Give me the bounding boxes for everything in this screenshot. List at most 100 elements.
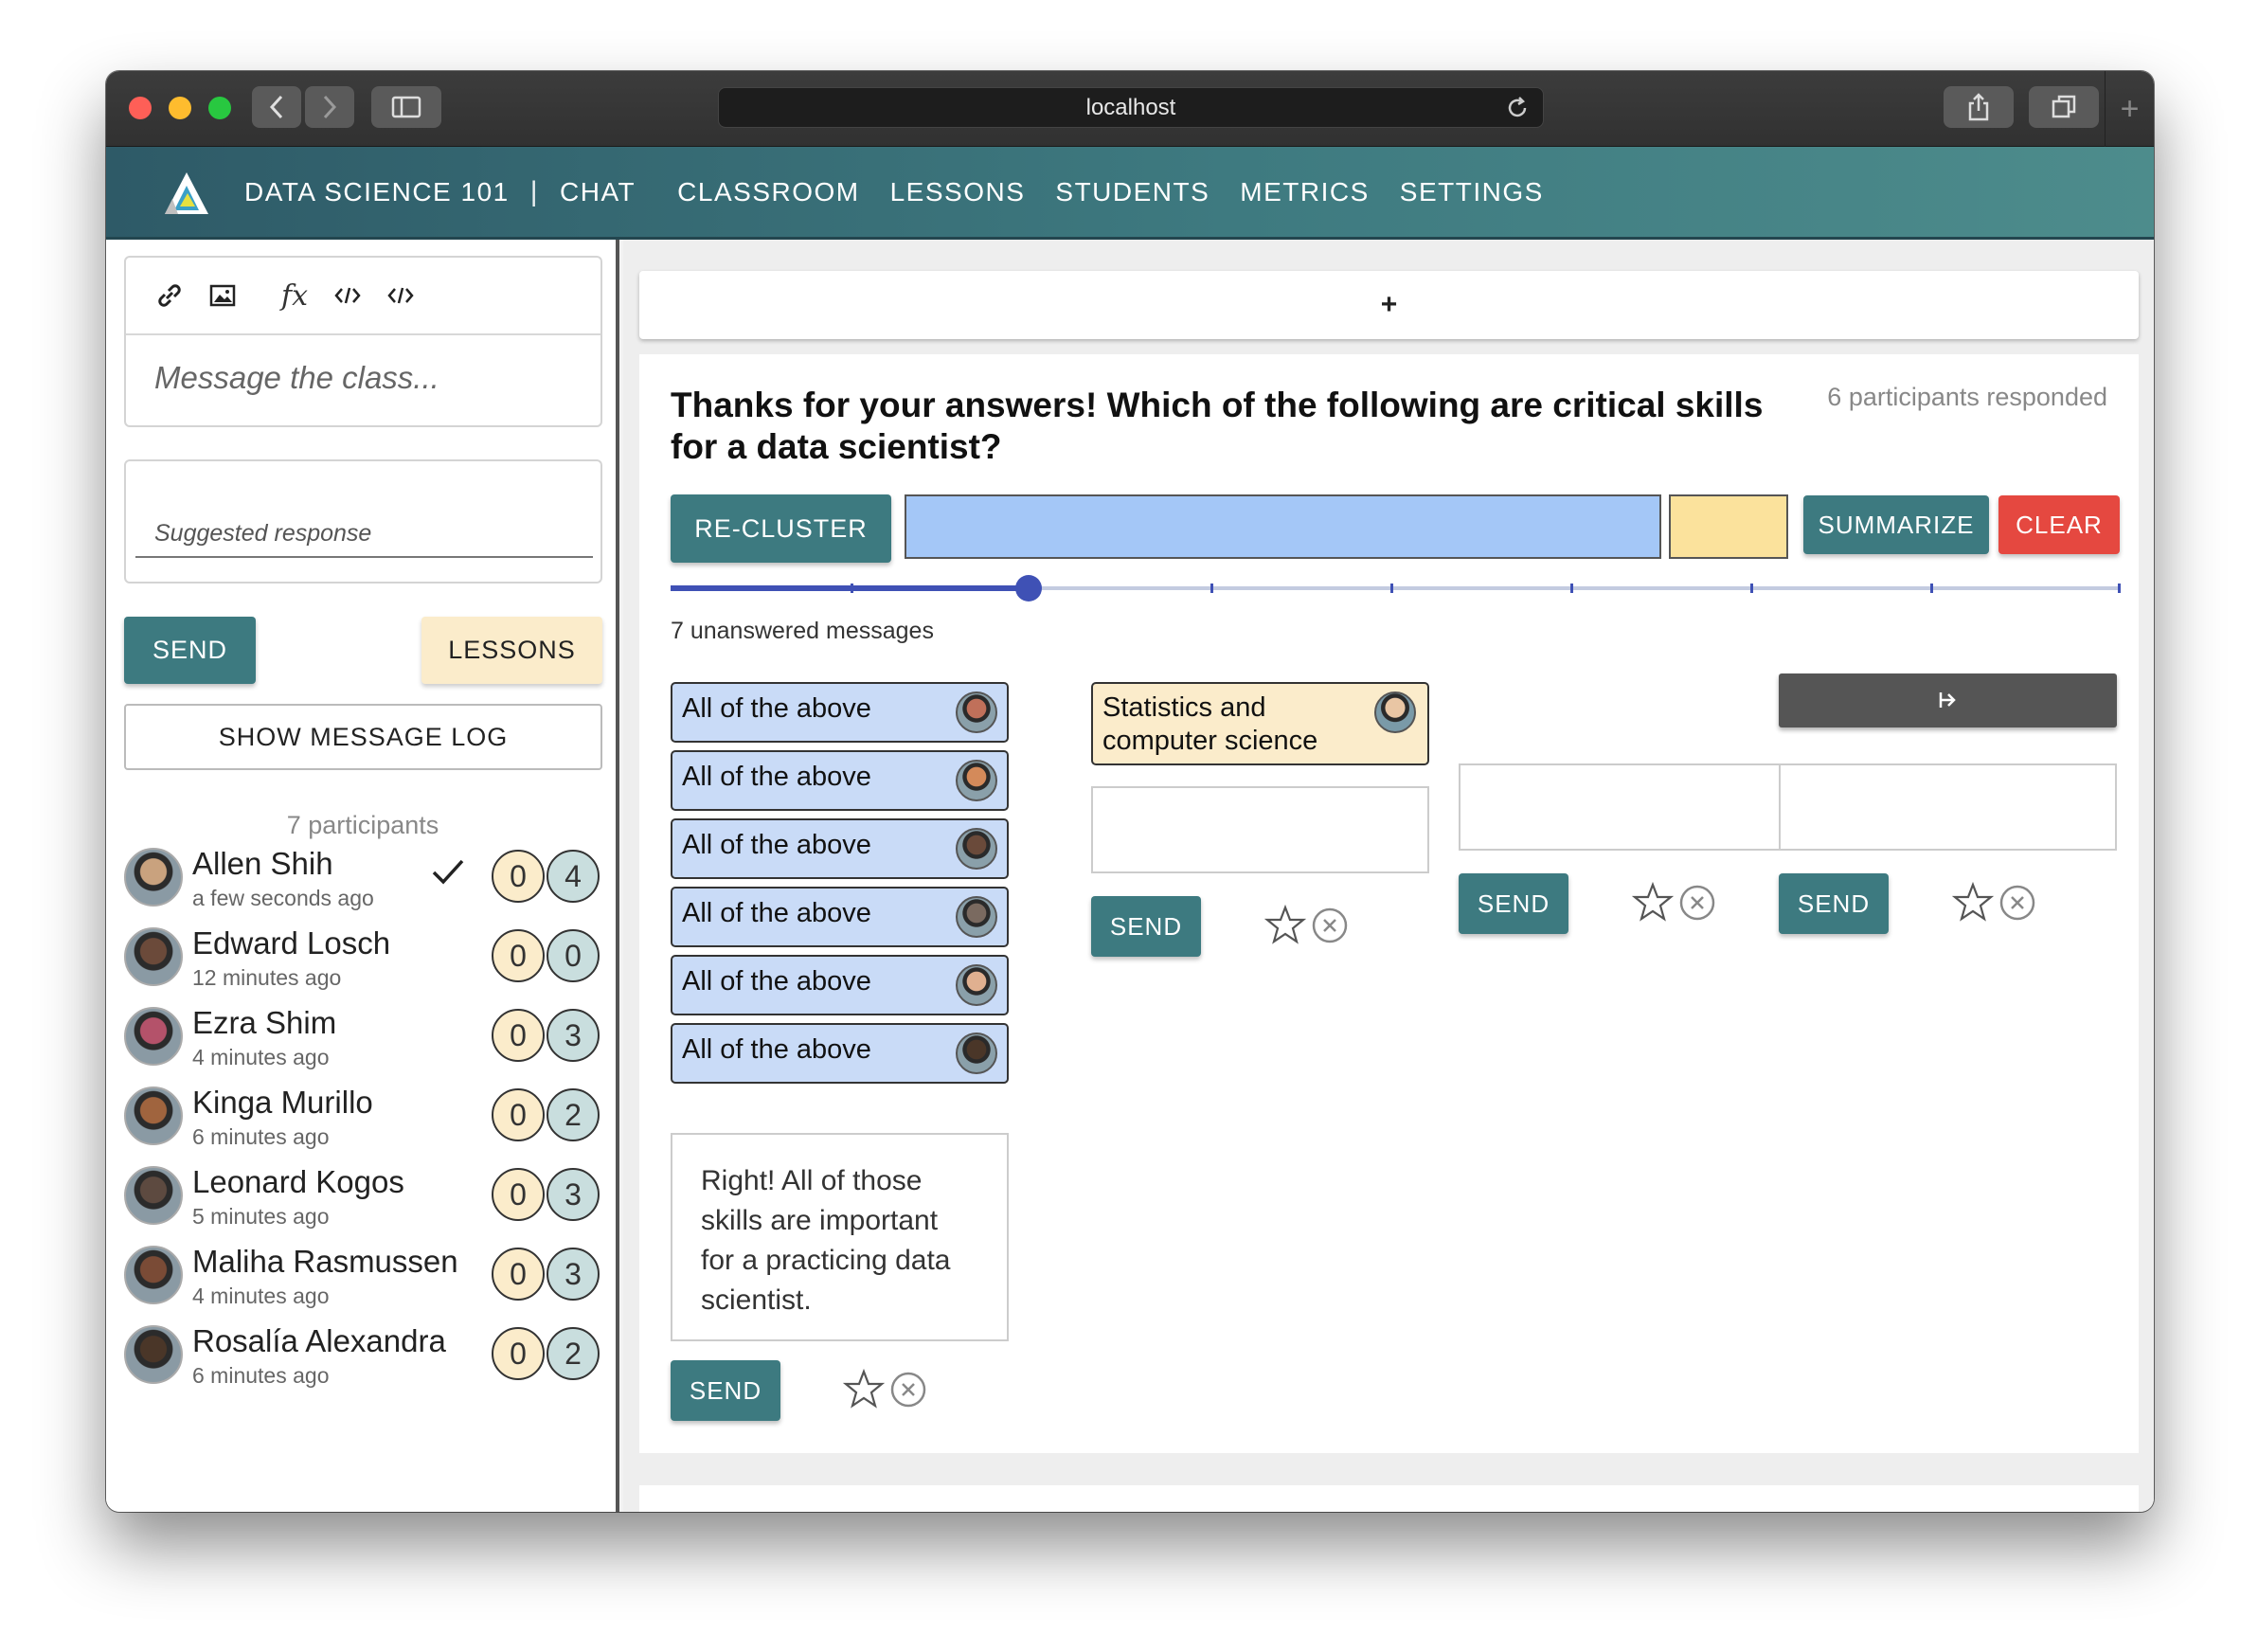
response-text: All of the above — [682, 762, 871, 792]
minimize-window-button[interactable] — [169, 97, 191, 119]
answered-badge: 0 — [492, 850, 545, 903]
summarize-button[interactable]: SUMMARIZE — [1803, 495, 1989, 554]
participant-last-seen: 4 minutes ago — [192, 1284, 330, 1308]
cluster-1-response[interactable]: All of the above — [671, 955, 1009, 1015]
code-icon[interactable] — [329, 277, 367, 314]
tabs-icon — [2052, 95, 2076, 118]
nav-item-settings[interactable]: SETTINGS — [1400, 177, 1544, 207]
dismiss-icon[interactable] — [1310, 906, 1350, 945]
slider-tick — [1390, 584, 1393, 593]
code-block-icon[interactable] — [382, 277, 420, 314]
formula-icon[interactable]: fx — [276, 277, 314, 314]
show-message-log-button[interactable]: SHOW MESSAGE LOG — [124, 704, 602, 770]
cluster-1-send-button[interactable]: SEND — [671, 1360, 780, 1421]
add-question-button[interactable]: + — [639, 271, 2139, 339]
tabs-overview-button[interactable] — [2029, 86, 2099, 128]
close-window-button[interactable] — [129, 97, 152, 119]
sidebar-toggle-button[interactable] — [371, 86, 441, 128]
star-icon[interactable] — [843, 1368, 885, 1410]
cluster-4-reply-input[interactable] — [1779, 763, 2117, 851]
response-text: All of the above — [682, 830, 871, 860]
browser-titlebar: localhost + — [106, 71, 2154, 147]
share-icon — [1968, 93, 1989, 121]
recluster-button[interactable]: RE-CLUSTER — [671, 494, 891, 563]
participant-row[interactable]: Rosalía Alexandra 6 minutes ago 0 2 — [124, 1323, 607, 1390]
participant-row[interactable]: Allen Shih a few seconds ago 0 4 — [124, 846, 607, 912]
avatar — [124, 848, 183, 907]
cluster-slider-fill — [671, 585, 1029, 591]
course-title[interactable]: DATA SCIENCE 101 — [244, 177, 510, 207]
star-icon[interactable] — [1952, 881, 1994, 923]
messages-badge: 2 — [547, 1327, 600, 1380]
maximize-window-button[interactable] — [208, 97, 231, 119]
participant-row[interactable]: Ezra Shim 4 minutes ago 0 3 — [124, 1005, 607, 1071]
cluster-1-response[interactable]: All of the above — [671, 887, 1009, 947]
address-bar[interactable]: localhost — [718, 87, 1544, 128]
avatar — [956, 964, 997, 1006]
forward-button[interactable] — [305, 86, 354, 128]
cluster-1-response[interactable]: All of the above — [671, 1023, 1009, 1084]
participants-count: 7 participants — [286, 811, 439, 839]
nav-item-metrics[interactable]: METRICS — [1240, 177, 1370, 207]
dismiss-icon[interactable] — [1677, 883, 1717, 923]
nav-item-classroom[interactable]: CLASSROOM — [677, 177, 859, 207]
star-icon[interactable] — [1264, 904, 1306, 945]
participant-last-seen: 5 minutes ago — [192, 1204, 330, 1229]
avatar — [124, 1086, 183, 1145]
cluster-2-reply-input[interactable] — [1091, 786, 1429, 873]
participant-row[interactable]: Maliha Rasmussen 4 minutes ago 0 3 — [124, 1244, 607, 1310]
cluster-2-send-button[interactable]: SEND — [1091, 896, 1201, 957]
nav-separator: | — [529, 175, 540, 207]
link-icon[interactable] — [151, 277, 188, 314]
reload-icon[interactable] — [1505, 96, 1530, 120]
cluster-slider-thumb[interactable] — [1015, 575, 1042, 602]
share-button[interactable] — [1944, 86, 2014, 128]
merge-cluster-button[interactable] — [1779, 673, 2117, 727]
participant-last-seen: 12 minutes ago — [192, 965, 342, 990]
participant-row[interactable]: Leonard Kogos 5 minutes ago 0 3 — [124, 1164, 607, 1230]
nav-item-chat[interactable]: CHAT — [560, 177, 636, 207]
dismiss-icon[interactable] — [1998, 883, 2037, 923]
back-button[interactable] — [252, 86, 301, 128]
cluster-1-response[interactable]: All of the above — [671, 750, 1009, 811]
question-card: Thanks for your answers! Which of the fo… — [639, 354, 2139, 1453]
send-button[interactable]: SEND — [124, 617, 256, 684]
cluster-bar-yellow[interactable] — [1669, 494, 1788, 559]
cluster-1-response[interactable]: All of the above — [671, 818, 1009, 879]
new-tab-button[interactable]: + — [2105, 71, 2154, 147]
avatar — [124, 1325, 183, 1384]
sidebar-icon — [391, 96, 421, 118]
cluster-2-response[interactable]: Statistics and computer science — [1091, 682, 1429, 765]
cluster-1-response[interactable]: All of the above — [671, 682, 1009, 743]
avatar — [124, 927, 183, 986]
nav-item-lessons[interactable]: LESSONS — [890, 177, 1026, 207]
cluster-bar-blue[interactable] — [905, 494, 1661, 559]
slider-tick — [2118, 584, 2121, 593]
avatar — [956, 760, 997, 801]
participant-last-seen: a few seconds ago — [192, 886, 374, 910]
editor-toolbar: fx — [126, 258, 600, 335]
star-icon[interactable] — [1632, 881, 1674, 923]
messages-badge: 3 — [547, 1009, 600, 1062]
message-input[interactable]: Message the class... — [154, 360, 439, 396]
cluster-1-reply-input[interactable]: Right! All of those skills are important… — [671, 1133, 1009, 1341]
lessons-button[interactable]: LESSONS — [421, 617, 602, 684]
dismiss-icon[interactable] — [888, 1370, 928, 1410]
participant-row[interactable]: Kinga Murillo 6 minutes ago 0 2 — [124, 1085, 607, 1151]
participant-row[interactable]: Edward Losch 12 minutes ago 0 0 — [124, 925, 607, 992]
cluster-3-reply-input[interactable] — [1459, 763, 1797, 851]
chevron-right-icon — [323, 95, 337, 119]
next-question-card — [639, 1485, 2139, 1512]
cluster-3-send-button[interactable]: SEND — [1459, 873, 1568, 934]
suggested-response-underline — [135, 556, 593, 558]
check-icon — [432, 859, 464, 885]
participant-name: Leonard Kogos — [192, 1164, 404, 1199]
response-text: All of the above — [682, 693, 871, 724]
image-icon[interactable] — [204, 277, 242, 314]
cluster-4-send-button[interactable]: SEND — [1779, 873, 1889, 934]
suggested-response-field[interactable]: Suggested response — [124, 459, 602, 584]
slider-tick — [1210, 584, 1213, 593]
nav-item-students[interactable]: STUDENTS — [1055, 177, 1210, 207]
clear-button[interactable]: CLEAR — [1998, 495, 2120, 554]
url-text: localhost — [1085, 94, 1176, 120]
